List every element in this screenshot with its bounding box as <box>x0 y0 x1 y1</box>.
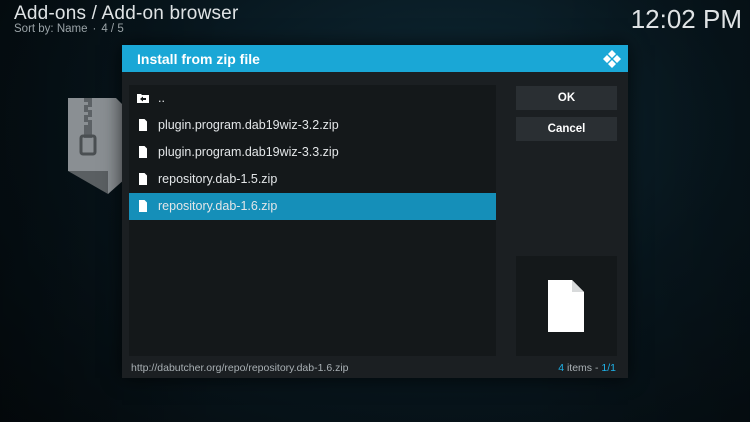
cancel-button[interactable]: Cancel <box>516 117 617 141</box>
page-indicator: 1/1 <box>601 362 616 374</box>
separator-dot: · <box>92 23 97 35</box>
list-item-parent-folder[interactable]: .. <box>129 85 496 112</box>
items-count-number: 4 <box>558 362 565 374</box>
items-count: 4 items - 1/1 <box>558 362 616 374</box>
list-item-label: plugin.program.dab19wiz-3.2.zip <box>158 118 339 132</box>
items-count-label: items - <box>566 362 599 374</box>
folder-back-icon <box>137 94 149 103</box>
install-zip-dialog: Install from zip file .. plugin.program.… <box>122 45 628 378</box>
file-preview <box>516 256 617 356</box>
file-icon <box>139 173 147 185</box>
sort-info: Sort by: Name · 4 / 5 <box>14 23 124 35</box>
selected-file-path: http://dabutcher.org/repo/repository.dab… <box>131 362 349 374</box>
list-item-label: repository.dab-1.5.zip <box>158 172 278 186</box>
kodi-logo-icon <box>603 50 621 68</box>
sort-label[interactable]: Sort by: Name <box>14 23 88 35</box>
list-item-file[interactable]: plugin.program.dab19wiz-3.3.zip <box>129 139 496 166</box>
dialog-title: Install from zip file <box>137 51 260 67</box>
clock: 12:02 PM <box>630 4 742 34</box>
file-icon <box>548 280 584 332</box>
file-icon <box>139 146 147 158</box>
list-item-label: .. <box>158 91 165 105</box>
list-item-file[interactable]: plugin.program.dab19wiz-3.2.zip <box>129 112 496 139</box>
kodi-screen: Add-ons / Add-on browser Sort by: Name · 4… <box>0 0 750 422</box>
dialog-header: Install from zip file <box>122 45 628 72</box>
list-item-label: repository.dab-1.6.zip <box>158 199 278 213</box>
list-item-label: plugin.program.dab19wiz-3.3.zip <box>158 145 339 159</box>
list-item-file[interactable]: repository.dab-1.5.zip <box>129 166 496 193</box>
page-position: 4 / 5 <box>101 23 124 35</box>
list-item-file-selected[interactable]: repository.dab-1.6.zip <box>129 193 496 220</box>
file-icon <box>139 119 147 131</box>
file-list: .. plugin.program.dab19wiz-3.2.zip plugi… <box>129 85 496 356</box>
ok-button[interactable]: OK <box>516 86 617 110</box>
page-title: Add-ons / Add-on browser <box>14 3 239 24</box>
file-icon <box>139 200 147 212</box>
